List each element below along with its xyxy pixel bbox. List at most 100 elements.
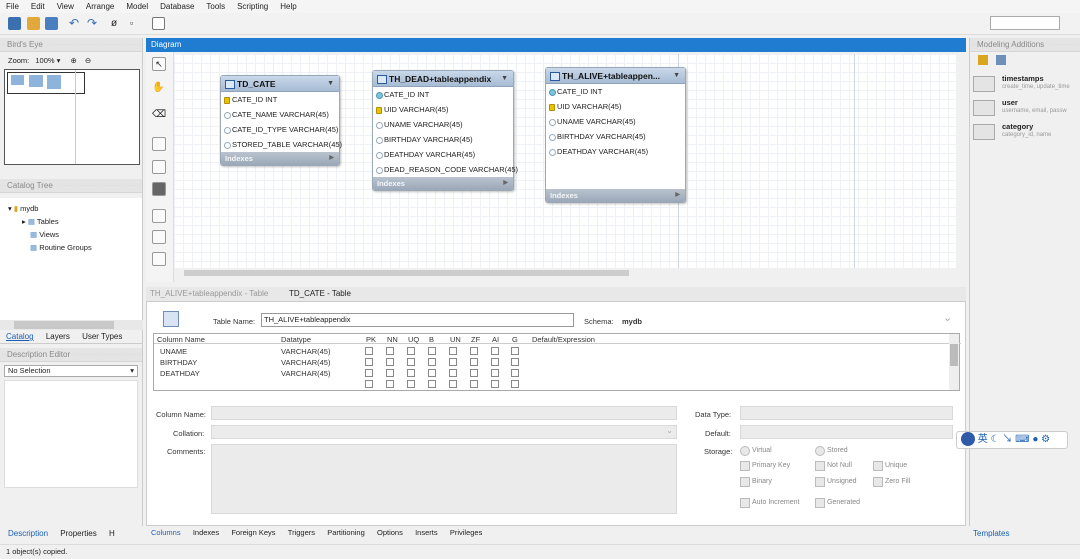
tab-indexes[interactable]: Indexes (193, 528, 219, 537)
auto-increment-checkbox[interactable]: Auto Increment (740, 498, 799, 508)
template-category[interactable]: category category_id, name (973, 122, 1073, 146)
undo-icon[interactable]: ↶ (69, 17, 82, 30)
collation-select[interactable]: ⌄ (211, 425, 677, 439)
add-template-icon[interactable] (978, 55, 988, 65)
tab-user-types[interactable]: User Types (82, 332, 122, 341)
tree-tables[interactable]: ▸ ▦ Tables (22, 217, 59, 226)
note-tool-icon[interactable] (152, 160, 166, 174)
tab-foreign-keys[interactable]: Foreign Keys (231, 528, 275, 537)
hand-tool-icon[interactable]: ✋ (152, 82, 166, 96)
zoom-select[interactable]: 100% (35, 56, 54, 65)
menu-file[interactable]: File (6, 2, 19, 11)
collapse-chevrons-icon[interactable]: ⌄ (943, 311, 952, 324)
binary-checkbox[interactable]: Binary (740, 477, 772, 487)
tree-routines[interactable]: ▦ Routine Groups (30, 243, 92, 252)
save-icon[interactable] (45, 17, 58, 30)
toggle-grid-icon[interactable]: ø (111, 17, 124, 30)
view-tool-icon[interactable] (152, 230, 166, 244)
eraser-tool-icon[interactable]: ⌫ (152, 109, 166, 123)
tab-columns[interactable]: Columns (151, 528, 181, 537)
datatype-input[interactable] (740, 406, 953, 420)
entity-th-dead[interactable]: TH_DEAD+tableappendix ▼ CATE_ID INT UID V… (372, 70, 518, 191)
collapse-icon[interactable]: ▼ (327, 76, 334, 92)
new-model-icon[interactable] (8, 17, 21, 30)
align-icon[interactable]: ▫ (130, 17, 143, 30)
search-input[interactable] (990, 16, 1060, 30)
menu-help[interactable]: Help (280, 2, 296, 11)
diagram-canvas[interactable]: TD_CATE ▼ CATE_ID INT CATE_NAME VARCHAR(4… (174, 54, 956, 268)
pointer-tool-icon[interactable]: ↖ (152, 57, 166, 71)
storage-virtual-radio[interactable]: Virtual (740, 446, 772, 456)
tab-triggers[interactable]: Triggers (288, 528, 315, 537)
table-row[interactable]: DEATHDAY VARCHAR(45) (154, 368, 944, 379)
table-row[interactable]: UNAME VARCHAR(45) (154, 346, 944, 357)
table-row[interactable]: BIRTHDAY VARCHAR(45) (154, 357, 944, 368)
tab-partitioning[interactable]: Partitioning (327, 528, 365, 537)
tab-description[interactable]: Description (8, 529, 48, 538)
unsigned-checkbox[interactable]: Unsigned (815, 477, 857, 487)
menu-view[interactable]: View (57, 2, 74, 11)
ime-settings-icon[interactable]: ⚙ (1041, 434, 1050, 445)
menu-model[interactable]: Model (126, 2, 148, 11)
menu-tools[interactable]: Tools (206, 2, 225, 11)
collapse-icon[interactable]: ▼ (501, 71, 508, 87)
tree-views[interactable]: ▦ Views (30, 230, 59, 239)
layer-tool-icon[interactable] (152, 137, 166, 151)
menu-scripting[interactable]: Scripting (237, 2, 268, 11)
storage-stored-radio[interactable]: Stored (815, 446, 848, 456)
zoom-out-icon[interactable]: ⊖ (85, 56, 91, 65)
tab-inserts[interactable]: Inserts (415, 528, 438, 537)
tab-th-alive-table[interactable]: TH_ALIVE+tableappendix - Table (150, 289, 268, 298)
tab-history[interactable]: H (109, 529, 115, 538)
image-tool-icon[interactable] (152, 182, 166, 196)
table-row-new[interactable] (154, 379, 944, 390)
generated-checkbox[interactable]: Generated (815, 498, 860, 508)
menu-database[interactable]: Database (160, 2, 194, 11)
entity-indexes[interactable]: Indexes ▶ (373, 177, 513, 190)
tree-db-node[interactable]: ▾ ▮ mydb (8, 204, 38, 213)
menu-edit[interactable]: Edit (31, 2, 45, 11)
table-tool-icon[interactable] (152, 209, 166, 223)
ime-punct-icon[interactable]: ↘ (1002, 434, 1012, 445)
sql-icon[interactable] (152, 17, 165, 30)
default-input[interactable] (740, 425, 953, 439)
description-textarea[interactable] (4, 380, 138, 488)
diagram-hscroll[interactable] (174, 268, 956, 278)
menu-arrange[interactable]: Arrange (86, 2, 114, 11)
tab-td-cate-table[interactable]: TD_CATE - Table (289, 289, 351, 298)
not-null-checkbox[interactable]: Not Null (815, 461, 852, 471)
open-icon[interactable] (27, 17, 40, 30)
template-timestamps[interactable]: timestamps create_time, update_time (973, 74, 1073, 98)
entity-indexes[interactable]: Indexes ▶ (546, 189, 685, 202)
ime-keyboard-icon[interactable]: ⌨ (1015, 434, 1029, 445)
tab-layers[interactable]: Layers (46, 332, 70, 341)
unique-checkbox[interactable]: Unique (873, 461, 907, 471)
zero-fill-checkbox[interactable]: Zero Fill (873, 477, 910, 487)
redo-icon[interactable]: ↷ (87, 17, 100, 30)
entity-indexes[interactable]: Indexes ▶ (221, 152, 339, 165)
hscrollbar[interactable] (0, 320, 143, 330)
diagram-vscroll[interactable] (956, 54, 966, 268)
routine-tool-icon[interactable] (152, 252, 166, 266)
comments-textarea[interactable] (211, 444, 677, 514)
ime-moon-icon[interactable]: ☾ (991, 434, 1000, 445)
table-name-input[interactable]: TH_ALIVE+tableappendix (261, 313, 574, 327)
zoom-in-icon[interactable]: ⊕ (70, 56, 76, 65)
primary-key-checkbox[interactable]: Primary Key (740, 461, 790, 471)
column-name-input[interactable] (211, 406, 677, 420)
selection-dropdown[interactable]: No Selection ▾ (4, 365, 138, 377)
entity-th-alive[interactable]: TH_ALIVE+tableappen... ▼ CATE_ID INT UID … (545, 67, 686, 203)
collapse-icon[interactable]: ▼ (673, 68, 680, 84)
entity-td-cate[interactable]: TD_CATE ▼ CATE_ID INT CATE_NAME VARCHAR(4… (220, 75, 342, 166)
tab-options[interactable]: Options (377, 528, 403, 537)
tab-catalog[interactable]: Catalog (6, 332, 34, 341)
birds-eye-view[interactable] (4, 69, 140, 165)
tab-templates[interactable]: Templates (973, 529, 1009, 538)
ime-mode[interactable]: 英 (978, 434, 988, 445)
grid-vscroll[interactable] (949, 334, 959, 390)
edit-template-icon[interactable] (996, 55, 1007, 65)
ime-mic-icon[interactable]: ● (1032, 434, 1038, 445)
ime-toolbar[interactable]: 英 ☾ ↘ ⌨ ● ⚙ (956, 431, 1068, 449)
tab-properties[interactable]: Properties (60, 529, 96, 538)
tab-privileges[interactable]: Privileges (450, 528, 483, 537)
